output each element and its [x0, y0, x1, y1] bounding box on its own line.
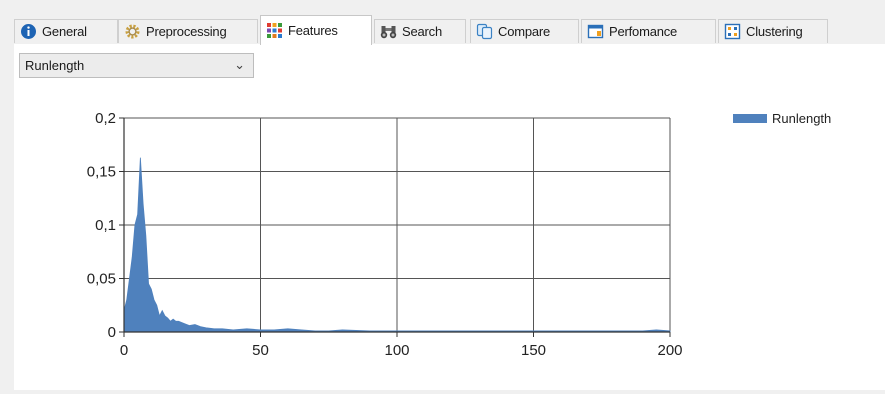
chevron-down-icon: ⌄: [234, 57, 245, 72]
y-tick-label: 0,05: [87, 271, 116, 288]
feature-select-value: Runlength: [25, 58, 85, 73]
runlength-chart: 0 50 100 150 200 0 0,05 0,1 0,15 0,2 Runlength: [87, 110, 831, 359]
x-tick-label: 200: [657, 342, 682, 359]
legend-swatch: [733, 114, 767, 123]
tab-preprocessing[interactable]: Preprocessing: [118, 19, 258, 43]
gear-icon: [125, 24, 140, 39]
y-tick-label: 0,2: [95, 110, 116, 127]
tab-label: Compare: [498, 24, 551, 39]
features-panel: Runlength ⌄ 0 50 100 150 200 0 0,05 0,1 0,15 0,2 R…: [14, 44, 885, 390]
tab-label: Perfomance: [609, 24, 678, 39]
x-tick-label: 50: [252, 342, 269, 359]
window-left-edge: [0, 44, 14, 390]
y-tick-label: 0: [108, 324, 116, 341]
tab-bar: General Preprocessing Features Search Co…: [14, 15, 885, 45]
tab-label: General: [42, 24, 87, 39]
tab-label: Preprocessing: [146, 24, 227, 39]
tab-compare[interactable]: Compare: [470, 19, 579, 43]
x-tick-label: 0: [120, 342, 128, 359]
tab-performance[interactable]: Perfomance: [581, 19, 716, 43]
tab-label: Clustering: [746, 24, 803, 39]
y-tick-label: 0,1: [95, 217, 116, 234]
feature-select[interactable]: Runlength ⌄: [19, 53, 254, 78]
x-tick-label: 100: [384, 342, 409, 359]
tab-general[interactable]: General: [14, 19, 118, 43]
y-tick-label: 0,15: [87, 164, 116, 181]
tab-label: Search: [402, 24, 442, 39]
tab-label: Features: [288, 23, 338, 38]
x-tick-label: 150: [521, 342, 546, 359]
binoculars-icon: [380, 26, 397, 39]
grid-icon: [267, 23, 282, 38]
tab-search[interactable]: Search: [374, 19, 466, 43]
window-icon: [587, 24, 604, 39]
tab-features[interactable]: Features: [260, 15, 372, 45]
info-icon: [21, 24, 36, 39]
cluster-icon: [724, 23, 741, 40]
chart-area: 0 50 100 150 200 0 0,05 0,1 0,15 0,2 Runlength: [14, 95, 885, 375]
tab-clustering[interactable]: Clustering: [718, 19, 828, 43]
compare-icon: [476, 23, 493, 40]
legend-label: Runlength: [772, 111, 831, 126]
